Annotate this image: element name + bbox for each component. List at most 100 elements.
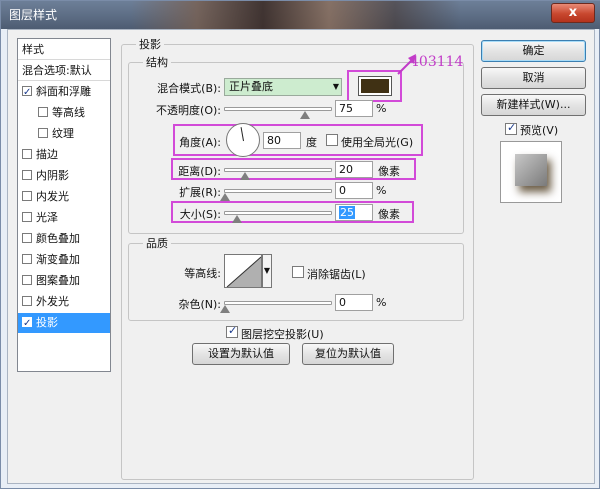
quality-title: 品质 bbox=[143, 235, 171, 251]
noise-slider-track[interactable] bbox=[224, 301, 332, 305]
angle-needle bbox=[240, 127, 244, 142]
style-checkbox[interactable] bbox=[22, 191, 32, 201]
style-list-label: 渐变叠加 bbox=[36, 253, 80, 266]
style-checkbox[interactable] bbox=[22, 233, 32, 243]
noise-slider-thumb[interactable] bbox=[220, 305, 230, 313]
noise-unit: % bbox=[376, 296, 387, 309]
chevron-down-icon: ▼ bbox=[332, 82, 339, 91]
style-list-label: 光泽 bbox=[36, 211, 58, 224]
opacity-unit: % bbox=[376, 102, 387, 115]
contour-dropdown-arrow[interactable]: ▼ bbox=[262, 254, 272, 288]
style-list-item[interactable]: 内发光 bbox=[18, 187, 110, 207]
opacity-input[interactable]: 75 bbox=[335, 100, 373, 117]
style-checkbox[interactable] bbox=[22, 296, 32, 306]
contour-picker[interactable] bbox=[224, 254, 262, 288]
blend-mode-label: 混合模式(B): bbox=[157, 82, 221, 95]
knockout-label: 图层挖空投影(U) bbox=[241, 328, 324, 341]
size-input[interactable]: 25 bbox=[335, 204, 373, 221]
preview-square bbox=[515, 154, 547, 186]
style-list-item[interactable]: 样式 bbox=[18, 40, 110, 60]
contour-label: 等高线: bbox=[184, 267, 221, 280]
style-list-label: 外发光 bbox=[36, 295, 69, 308]
size-unit: 像素 bbox=[378, 208, 400, 221]
style-list-label: 纹理 bbox=[52, 127, 74, 140]
style-list-item[interactable]: 光泽 bbox=[18, 208, 110, 228]
antialias-checkbox[interactable] bbox=[292, 266, 304, 278]
style-list-item[interactable]: 外发光 bbox=[18, 292, 110, 312]
distance-slider-thumb[interactable] bbox=[240, 172, 250, 180]
style-list-label: 内阴影 bbox=[36, 169, 69, 182]
style-list-item[interactable]: 混合选项:默认 bbox=[18, 61, 110, 81]
angle-input[interactable]: 80 bbox=[263, 132, 301, 149]
angle-unit: 度 bbox=[306, 136, 317, 149]
layer-style-dialog: 图层样式 x 样式混合选项:默认斜面和浮雕等高线纹理描边内阴影内发光光泽颜色叠加… bbox=[0, 0, 600, 489]
style-list-item[interactable]: 内阴影 bbox=[18, 166, 110, 186]
color-annotation: 403114 bbox=[410, 54, 464, 70]
set-default-button[interactable]: 设置为默认值 bbox=[192, 343, 290, 365]
style-checkbox[interactable] bbox=[38, 107, 48, 117]
distance-label: 距离(D): bbox=[178, 165, 221, 178]
title-bar[interactable]: 图层样式 x bbox=[1, 1, 600, 29]
style-list-item[interactable]: 渐变叠加 bbox=[18, 250, 110, 270]
antialias-label: 消除锯齿(L) bbox=[307, 268, 366, 281]
angle-label: 角度(A): bbox=[179, 136, 221, 149]
angle-dial[interactable] bbox=[226, 123, 260, 157]
opacity-label: 不透明度(O): bbox=[156, 104, 221, 117]
style-list-item[interactable]: 等高线 bbox=[18, 103, 110, 123]
opacity-slider-thumb[interactable] bbox=[300, 111, 310, 119]
preview-checkbox[interactable] bbox=[505, 121, 517, 135]
distance-input[interactable]: 20 bbox=[335, 161, 373, 178]
noise-label: 杂色(N): bbox=[178, 298, 221, 311]
preview-label: 预览(V) bbox=[520, 124, 559, 137]
style-list-label: 等高线 bbox=[52, 106, 85, 119]
style-checkbox[interactable] bbox=[22, 170, 32, 180]
style-checkbox[interactable] bbox=[22, 149, 32, 159]
style-list-item[interactable]: 斜面和浮雕 bbox=[18, 82, 110, 102]
spread-slider-thumb[interactable] bbox=[220, 193, 230, 201]
style-list-item[interactable]: 纹理 bbox=[18, 124, 110, 144]
size-label: 大小(S): bbox=[179, 208, 221, 221]
style-list-item[interactable]: 颜色叠加 bbox=[18, 229, 110, 249]
style-list-label: 颜色叠加 bbox=[36, 232, 80, 245]
contour-preview-icon bbox=[226, 256, 261, 287]
style-list-item[interactable]: 图案叠加 bbox=[18, 271, 110, 291]
style-checkbox[interactable] bbox=[22, 314, 32, 333]
structure-title: 结构 bbox=[143, 54, 171, 70]
spread-slider-track[interactable] bbox=[224, 189, 332, 193]
shadow-color-swatch[interactable] bbox=[358, 76, 392, 96]
global-light-label: 使用全局光(G) bbox=[341, 136, 414, 149]
blend-mode-value: 正片叠底 bbox=[229, 80, 273, 93]
size-value: 25 bbox=[339, 206, 355, 219]
new-style-button[interactable]: 新建样式(W)... bbox=[481, 94, 586, 116]
style-checkbox[interactable] bbox=[22, 254, 32, 264]
drop-shadow-title: 投影 bbox=[136, 36, 164, 52]
close-button[interactable]: x bbox=[551, 3, 595, 23]
style-checkbox[interactable] bbox=[38, 128, 48, 138]
distance-unit: 像素 bbox=[378, 165, 400, 178]
cancel-button[interactable]: 取消 bbox=[481, 67, 586, 89]
size-slider-thumb[interactable] bbox=[232, 215, 242, 223]
spread-unit: % bbox=[376, 184, 387, 197]
knockout-checkbox[interactable] bbox=[226, 324, 238, 338]
style-list-label: 斜面和浮雕 bbox=[36, 85, 91, 98]
dialog-body: 样式混合选项:默认斜面和浮雕等高线纹理描边内阴影内发光光泽颜色叠加渐变叠加图案叠… bbox=[7, 29, 595, 484]
style-checkbox[interactable] bbox=[22, 212, 32, 222]
style-preview bbox=[500, 141, 562, 203]
global-light-checkbox[interactable] bbox=[326, 134, 338, 146]
style-list-item[interactable]: 投影 bbox=[18, 313, 110, 333]
blend-mode-select[interactable]: 正片叠底 ▼ bbox=[224, 78, 342, 96]
noise-input[interactable]: 0 bbox=[335, 294, 373, 311]
style-checkbox[interactable] bbox=[22, 275, 32, 285]
ok-button[interactable]: 确定 bbox=[481, 40, 586, 62]
style-list: 样式混合选项:默认斜面和浮雕等高线纹理描边内阴影内发光光泽颜色叠加渐变叠加图案叠… bbox=[17, 38, 111, 372]
style-list-label: 样式 bbox=[22, 43, 44, 56]
style-list-label: 图案叠加 bbox=[36, 274, 80, 287]
reset-default-button[interactable]: 复位为默认值 bbox=[302, 343, 394, 365]
spread-input[interactable]: 0 bbox=[335, 182, 373, 199]
opacity-slider-track[interactable] bbox=[224, 107, 332, 111]
style-list-label: 投影 bbox=[36, 316, 58, 329]
style-list-item[interactable]: 描边 bbox=[18, 145, 110, 165]
style-list-label: 内发光 bbox=[36, 190, 69, 203]
style-checkbox[interactable] bbox=[22, 83, 32, 102]
style-list-label: 描边 bbox=[36, 148, 58, 161]
